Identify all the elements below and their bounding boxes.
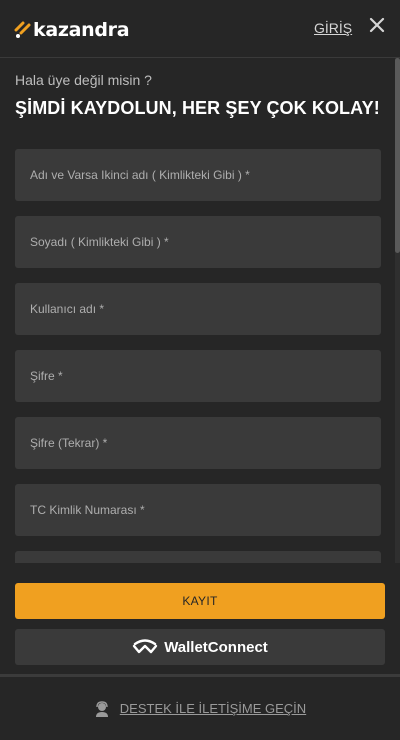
tc-id-placeholder: TC Kimlik Numarası * [30, 503, 145, 517]
last-name-placeholder: Soyadı ( Kimlikteki Gibi ) * [30, 235, 169, 249]
first-name-field[interactable]: Adı ve Varsa Ikinci adı ( Kimlikteki Gib… [15, 149, 381, 201]
form-title: ŞİMDİ KAYDOLUN, HER ŞEY ÇOK KOLAY! [15, 98, 380, 118]
logo-mark-icon [14, 21, 31, 38]
support-link[interactable]: DESTEK İLE İLETİŞİME GEÇİN [0, 677, 400, 740]
username-field[interactable]: Kullanıcı adı * [15, 283, 381, 335]
footer: KAYIT WalletConnect DESTEK İLE İLETİŞİME… [0, 563, 400, 740]
last-name-field[interactable]: Soyadı ( Kimlikteki Gibi ) * [15, 216, 381, 268]
support-label: DESTEK İLE İLETİŞİME GEÇİN [119, 701, 307, 716]
support-agent-icon [95, 700, 108, 717]
logo-text: kazandra [33, 19, 130, 41]
register-button[interactable]: KAYIT [15, 583, 385, 619]
tc-id-field[interactable]: TC Kimlik Numarası * [15, 484, 381, 536]
password-confirm-field[interactable]: Şifre (Tekrar) * [15, 417, 381, 469]
password-placeholder: Şifre * [30, 369, 63, 383]
username-placeholder: Kullanıcı adı * [30, 302, 105, 316]
next-field[interactable] [15, 551, 381, 563]
header: kazandra GİRİŞ [0, 0, 400, 58]
password-field[interactable]: Şifre * [15, 350, 381, 402]
logo[interactable]: kazandra [14, 17, 130, 43]
registration-form: Hala üye değil misin ? ŞİMDİ KAYDOLUN, H… [0, 58, 400, 563]
first-name-placeholder: Adı ve Varsa Ikinci adı ( Kimlikteki Gib… [30, 168, 250, 182]
walletconnect-button[interactable]: WalletConnect [15, 629, 385, 665]
scrollbar[interactable] [395, 58, 400, 563]
close-icon[interactable] [366, 14, 388, 36]
scrollbar-thumb[interactable] [395, 58, 400, 253]
walletconnect-icon [132, 639, 158, 654]
login-link[interactable]: GİRİŞ [314, 20, 352, 36]
password-confirm-placeholder: Şifre (Tekrar) * [30, 436, 108, 450]
walletconnect-label: WalletConnect [164, 638, 268, 656]
form-subtitle: Hala üye değil misin ? [15, 72, 152, 88]
